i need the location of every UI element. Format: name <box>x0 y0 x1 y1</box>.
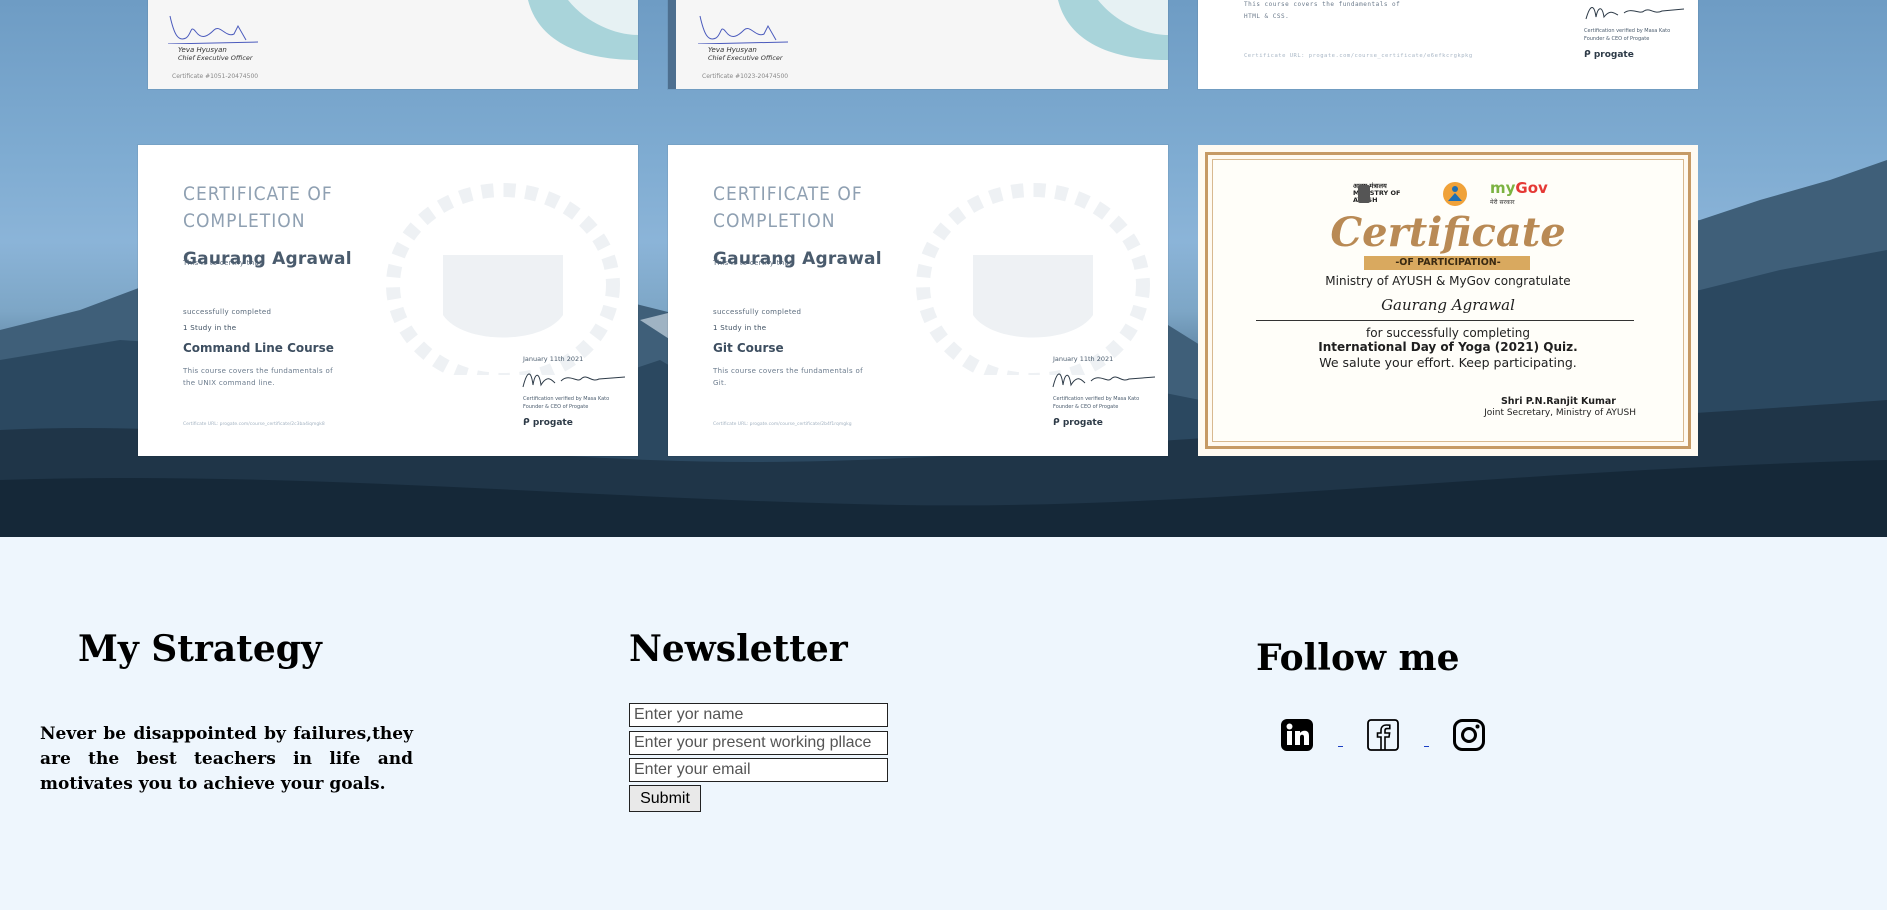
progate-logo: ᑭ progate <box>1584 50 1634 60</box>
certificate-card[interactable]: Yeva Hyusyan Chief Executive Officer Cer… <box>148 0 638 89</box>
newsletter-heading: Newsletter <box>629 628 848 670</box>
submit-button[interactable]: Submit <box>629 785 701 812</box>
signer-name: Yeva Hyusyan <box>708 46 757 54</box>
name-input[interactable] <box>629 703 888 727</box>
linkedin-link[interactable] <box>1279 717 1315 753</box>
instagram-link[interactable] <box>1451 717 1487 753</box>
founder-role: Founder & CEO of Progate <box>523 404 589 410</box>
certificate-card[interactable]: Yeva Hyusyan Chief Executive Officer Cer… <box>668 0 1168 89</box>
linkedin-icon <box>1281 719 1313 751</box>
certificate-url: Certificate URL: progate.com/course_cert… <box>713 422 852 427</box>
certificate-heading: Certificate <box>1330 209 1566 256</box>
recipient-name: Gaurang Agrawal <box>713 249 882 269</box>
progate-icon: ᑭ <box>523 418 530 428</box>
verified-by: Certification verified by Masa Kato Foun… <box>1053 395 1143 411</box>
verified-text: Certification verified by Masa Kato <box>1053 396 1140 402</box>
certificate-card[interactable]: CERTIFICATE OF COMPLETION This is to cer… <box>668 145 1168 456</box>
congrats-text: Ministry of AYUSH & MyGov congratulate <box>1325 274 1571 288</box>
completion-date: January 11th 2021 <box>523 355 584 363</box>
email-input[interactable] <box>629 758 888 782</box>
emblem-icon <box>1358 185 1370 203</box>
certificate-url: Certificate URL: progate.com/course_cert… <box>183 422 325 427</box>
follow-heading: Follow me <box>1256 637 1460 679</box>
course-description-line2: HTML & CSS. <box>1244 13 1290 20</box>
instagram-icon <box>1453 719 1485 751</box>
study-text: 1 Study in the <box>183 324 237 332</box>
quiz-name: International Day of Yoga (2021) Quiz. <box>1318 340 1578 354</box>
founder-role: Founder & CEO of Progate <box>1053 404 1119 410</box>
completed-text: successfully completed <box>713 308 802 316</box>
verified-text: Certification verified by Masa Kato <box>523 396 610 402</box>
recipient-name: Gaurang Agrawal <box>1381 296 1515 314</box>
salute-text: We salute your effort. Keep participatin… <box>1319 355 1577 370</box>
verified-by: Certification verified by Masa Kato Foun… <box>1584 27 1674 43</box>
progate-logo-text: progate <box>1062 418 1103 428</box>
yoga-logo-icon <box>1443 182 1467 206</box>
progate-logo-text: progate <box>532 418 573 428</box>
signature-graphic <box>698 15 789 44</box>
laurel-watermark <box>916 183 1150 375</box>
signer-name: Shri P.N.Ranjit Kumar <box>1500 396 1616 407</box>
name-underline <box>1256 320 1634 321</box>
link-underline <box>1424 746 1429 747</box>
course-description: This course covers the fundamentals of t… <box>183 367 333 387</box>
certificate-title: CERTIFICATE OF COMPLETION <box>713 183 863 232</box>
progate-icon: ᑭ <box>1584 50 1591 60</box>
recipient-name: Gaurang Agrawal <box>183 249 352 269</box>
completion-text: for successfully completing <box>1366 326 1530 340</box>
facebook-link[interactable] <box>1365 717 1401 753</box>
workplace-input[interactable] <box>629 731 888 755</box>
signature-graphic <box>1585 7 1685 20</box>
certificate-card[interactable]: This course covers the fundamentals of H… <box>1198 0 1698 89</box>
certificate-number: Certificate #1051-20474500 <box>172 73 259 80</box>
certificate-subtitle: -OF PARTICIPATION- <box>1395 257 1501 268</box>
completed-text: successfully completed <box>183 308 272 316</box>
signer-role: Joint Secretary, Ministry of AYUSH <box>1484 408 1636 418</box>
course-name: Command Line Course <box>183 341 334 355</box>
certificate-url: Certificate URL: progate.com/course_cert… <box>1244 53 1473 59</box>
course-name: Git Course <box>713 341 784 355</box>
verified-text: Certification verified by Masa Kato <box>1584 28 1671 34</box>
signature-graphic <box>168 15 259 44</box>
link-underline <box>1338 746 1343 747</box>
ayush-certificate-card[interactable]: आयुष मंत्रालय MINISTRY OF AYUSH myGov मे… <box>1198 145 1698 456</box>
strategy-quote: Never be disappointed by failures,they a… <box>40 724 413 794</box>
certificate-number: Certificate #1023-20474500 <box>702 73 789 80</box>
mygov-logo: myGov <box>1490 179 1548 197</box>
signer-role: Chief Executive Officer <box>708 54 783 62</box>
signer-role: Chief Executive Officer <box>178 54 253 62</box>
verified-by: Certification verified by Masa Kato Foun… <box>523 395 613 411</box>
progate-icon: ᑭ <box>1053 418 1060 428</box>
founder-role: Founder & CEO of Progate <box>1584 36 1650 42</box>
study-text: 1 Study in the <box>713 324 767 332</box>
progate-cert-command-line: This is to certify that Gaurang Agrawal … <box>138 145 638 456</box>
strategy-heading: My Strategy <box>78 628 322 670</box>
certificates-section: Yeva Hyusyan Chief Executive Officer Cer… <box>0 0 1887 537</box>
course-description: This course covers the fundamentals of <box>1244 1 1401 8</box>
signature-graphic <box>1052 373 1156 388</box>
signature-graphic <box>522 373 626 388</box>
facebook-icon <box>1367 719 1399 751</box>
course-description: This course covers the fundamentals of G… <box>713 367 863 387</box>
progate-logo-text: progate <box>1593 50 1634 60</box>
completion-date: January 11th 2021 <box>1053 355 1114 363</box>
progate-logo: ᑭ progate <box>1053 418 1103 428</box>
progate-logo: ᑭ progate <box>523 418 573 428</box>
mygov-tagline: मेरी सरकार <box>1490 199 1515 206</box>
signer-name: Yeva Hyusyan <box>178 46 227 54</box>
